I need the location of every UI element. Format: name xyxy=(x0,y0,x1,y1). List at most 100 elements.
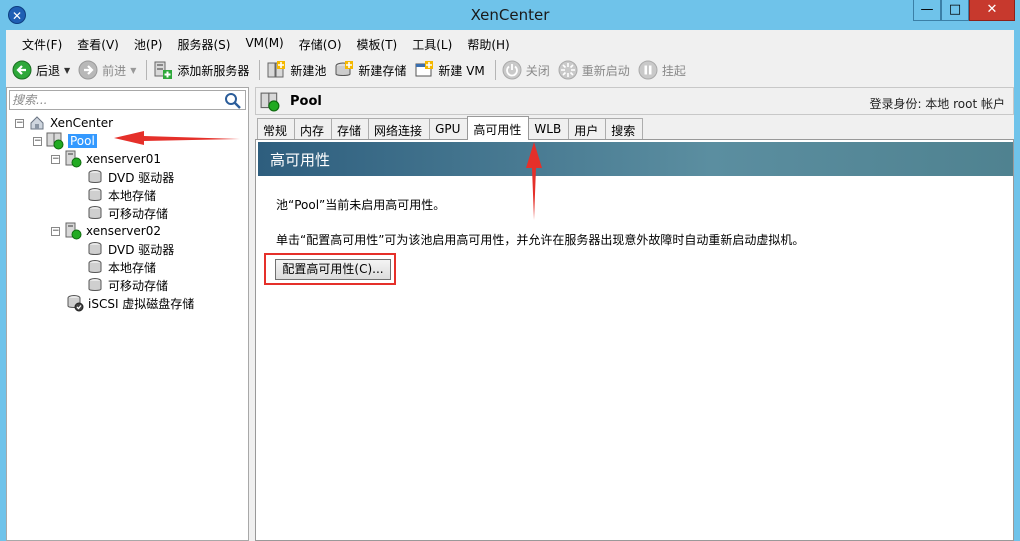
new-storage-icon xyxy=(334,60,354,80)
tree-item-xencenter[interactable]: − XenCenter xyxy=(15,114,113,132)
add-server-button[interactable]: 添加新服务器 xyxy=(151,57,255,83)
back-button[interactable]: 后退 ▼ xyxy=(10,57,76,83)
power-icon xyxy=(502,60,522,80)
toolbar-separator xyxy=(146,60,148,80)
toolbar-separator xyxy=(494,60,496,80)
shutdown-button[interactable]: 关闭 xyxy=(500,57,556,83)
tab-general[interactable]: 常规 xyxy=(257,118,296,139)
tab-memory[interactable]: 内存 xyxy=(294,118,333,139)
search-input[interactable] xyxy=(12,92,222,108)
tree-item-local-storage-2[interactable]: 本地存储 xyxy=(86,258,156,276)
tree-item-removable-storage-1[interactable]: 可移动存储 xyxy=(86,204,168,222)
title-bar: ✕ XenCenter — □ ✕ xyxy=(0,0,1020,30)
section-banner: 高可用性 xyxy=(258,142,1013,176)
resource-tree-panel: − XenCenter − Pool − xenserver01 DVD 驱动器 xyxy=(6,87,249,541)
tree-label-removable-storage-2: 可移动存储 xyxy=(108,278,169,293)
minimize-button[interactable]: — xyxy=(913,0,941,21)
menu-storage[interactable]: 存储(O) xyxy=(293,32,351,54)
reboot-icon xyxy=(558,60,578,80)
tree-label-xencenter: XenCenter xyxy=(50,116,114,130)
login-identity-label: 登录身份: 本地 root 帐户 xyxy=(869,97,1005,111)
tab-users[interactable]: 用户 xyxy=(568,118,607,139)
tree-label-dvd-2: DVD 驱动器 xyxy=(108,242,175,257)
search-box xyxy=(9,90,246,110)
menu-pool[interactable]: 池(P) xyxy=(128,32,172,54)
suspend-button[interactable]: 挂起 xyxy=(636,57,692,83)
back-label: 后退 xyxy=(36,63,61,78)
tree-item-pool[interactable]: − Pool xyxy=(33,132,97,150)
server-icon xyxy=(64,222,82,240)
add-server-icon xyxy=(153,60,173,80)
ha-status-text: 池“Pool”当前未启用高可用性。 xyxy=(276,198,446,212)
tab-storage[interactable]: 存储 xyxy=(331,118,370,139)
details-header: Pool 登录身份: 本地 root 帐户 xyxy=(255,87,1014,115)
pool-icon xyxy=(260,92,280,112)
new-vm-icon xyxy=(414,60,434,80)
ha-description-text: 单击“配置高可用性”可为该池启用高可用性，并允许在服务器出现意外故障时自动重新启… xyxy=(276,233,805,247)
details-panel: Pool 登录身份: 本地 root 帐户 常规 内存 存储 网络连接 GPU … xyxy=(255,87,1014,541)
new-pool-icon xyxy=(266,60,286,80)
menu-bar: 文件(F) 查看(V) 池(P) 服务器(S) VM(M) 存储(O) 模板(T… xyxy=(6,32,1014,54)
reboot-button[interactable]: 重新启动 xyxy=(556,57,636,83)
add-server-label: 添加新服务器 xyxy=(177,63,250,78)
tab-wlb[interactable]: WLB xyxy=(528,118,570,139)
tree-item-local-storage-1[interactable]: 本地存储 xyxy=(86,186,156,204)
window-title: XenCenter xyxy=(470,6,550,24)
back-dropdown-icon[interactable]: ▼ xyxy=(64,66,70,75)
menu-file[interactable]: 文件(F) xyxy=(16,32,71,54)
menu-server[interactable]: 服务器(S) xyxy=(171,32,239,54)
tree-item-removable-storage-2[interactable]: 可移动存储 xyxy=(86,276,168,294)
tree-item-xenserver01[interactable]: − xenserver01 xyxy=(51,150,161,168)
back-arrow-icon xyxy=(12,60,32,80)
collapse-icon[interactable]: − xyxy=(15,118,24,128)
menu-templates[interactable]: 模板(T) xyxy=(351,32,407,54)
storage-icon xyxy=(86,186,104,204)
maximize-button[interactable]: □ xyxy=(941,0,969,21)
forward-dropdown-icon[interactable]: ▼ xyxy=(130,66,136,75)
tab-gpu[interactable]: GPU xyxy=(429,118,469,139)
collapse-icon[interactable]: − xyxy=(51,154,60,164)
forward-label: 前进 xyxy=(102,63,127,78)
tree-item-iscsi-storage[interactable]: iSCSI 虚拟磁盘存储 xyxy=(66,294,194,312)
forward-arrow-icon xyxy=(78,60,98,80)
menu-view[interactable]: 查看(V) xyxy=(71,32,128,54)
tree-item-dvd-2[interactable]: DVD 驱动器 xyxy=(86,240,174,258)
collapse-icon[interactable]: − xyxy=(51,226,60,236)
storage-icon xyxy=(86,258,104,276)
iscsi-storage-icon xyxy=(66,294,84,312)
collapse-icon[interactable]: − xyxy=(33,136,42,146)
new-pool-label: 新建池 xyxy=(290,63,327,78)
tab-search[interactable]: 搜索 xyxy=(605,118,644,139)
tree-label-local-storage-2: 本地存储 xyxy=(108,260,157,275)
annotation-arrow-up-icon xyxy=(526,142,542,220)
tree-label-removable-storage-1: 可移动存储 xyxy=(108,206,169,221)
close-button[interactable]: ✕ xyxy=(969,0,1015,21)
main-window: 文件(F) 查看(V) 池(P) 服务器(S) VM(M) 存储(O) 模板(T… xyxy=(6,30,1014,541)
menu-vm[interactable]: VM(M) xyxy=(239,32,292,54)
tab-content: 高可用性 池“Pool”当前未启用高可用性。 单击“配置高可用性”可为该池启用高… xyxy=(255,139,1014,541)
storage-icon xyxy=(86,240,104,258)
toolbar: 后退 ▼ 前进 ▼ 添加新服务器 新建池 新建存储 新建 VM 关闭 重新启动 … xyxy=(6,55,1014,85)
server-icon xyxy=(64,150,82,168)
tab-strip: 常规 内存 存储 网络连接 GPU 高可用性 WLB 用户 搜索 xyxy=(257,116,644,140)
storage-icon xyxy=(86,168,104,186)
pool-icon xyxy=(46,132,64,150)
tab-high-availability[interactable]: 高可用性 xyxy=(467,116,530,140)
storage-icon xyxy=(86,204,104,222)
new-vm-button[interactable]: 新建 VM xyxy=(412,57,490,83)
annotation-highlight-box xyxy=(264,253,396,285)
tree-label-xenserver02: xenserver02 xyxy=(86,224,161,238)
forward-button[interactable]: 前进 ▼ xyxy=(76,57,142,83)
menu-tools[interactable]: 工具(L) xyxy=(406,32,461,54)
search-icon[interactable] xyxy=(224,92,242,110)
tree-item-dvd-1[interactable]: DVD 驱动器 xyxy=(86,168,174,186)
new-pool-button[interactable]: 新建池 xyxy=(264,57,332,83)
tab-networking[interactable]: 网络连接 xyxy=(368,118,431,139)
new-storage-label: 新建存储 xyxy=(358,63,407,78)
new-storage-button[interactable]: 新建存储 xyxy=(332,57,412,83)
toolbar-separator xyxy=(259,60,261,80)
annotation-arrow-left-icon xyxy=(114,131,240,145)
tree-item-xenserver02[interactable]: − xenserver02 xyxy=(51,222,161,240)
tree-label-xenserver01: xenserver01 xyxy=(86,152,161,166)
menu-help[interactable]: 帮助(H) xyxy=(461,32,518,54)
